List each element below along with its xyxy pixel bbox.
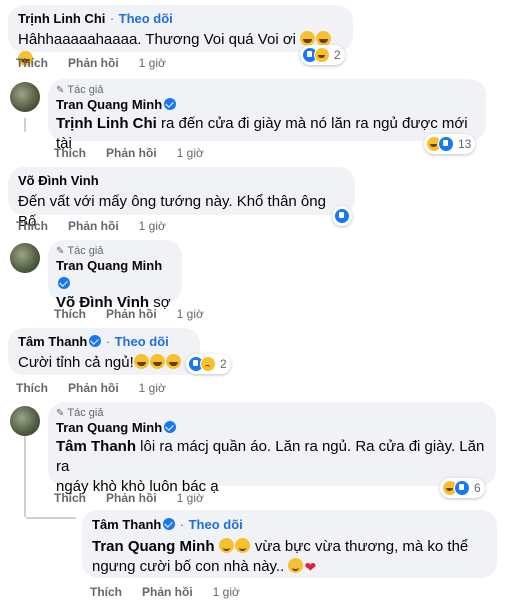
author-tag: Tác giả: [67, 407, 104, 419]
heart-emoji-icon: ❤: [304, 559, 317, 575]
comment-time[interactable]: 1 giờ: [139, 381, 166, 395]
reaction-count: 6: [474, 481, 481, 495]
reply-bubble: ✎ Tác giả Tran Quang Minh Võ Đình Vinh sợ: [48, 240, 182, 311]
reaction-summary[interactable]: [332, 206, 352, 226]
like-action[interactable]: Thích: [90, 585, 122, 599]
mention-link[interactable]: Tâm Thanh: [56, 438, 136, 455]
avatar[interactable]: [10, 406, 40, 436]
author-tag: Tác giả: [67, 84, 104, 96]
like-reaction-icon: [334, 208, 350, 224]
separator-dot: ·: [179, 517, 185, 532]
comment-actions: Thích Phản hồi 1 giờ: [16, 56, 186, 70]
reaction-summary[interactable]: 6: [440, 478, 485, 498]
verified-badge-icon: [164, 98, 177, 110]
like-action[interactable]: Thích: [54, 307, 86, 321]
laughing-emoji-icon: [300, 31, 316, 46]
avatar[interactable]: [10, 243, 40, 273]
laughing-emoji-icon: [316, 31, 332, 46]
like-action[interactable]: Thích: [54, 491, 86, 505]
comment-author[interactable]: Tran Quang Minh: [56, 258, 162, 273]
like-action[interactable]: Thích: [54, 146, 86, 160]
author-pen-icon: ✎: [56, 245, 65, 257]
verified-badge-icon: [89, 335, 102, 347]
comment-text: vừa bực vừa thương, mà ko thể: [254, 538, 469, 555]
haha-reaction-icon: [314, 47, 330, 63]
like-action[interactable]: Thích: [16, 219, 48, 233]
author-tag: Tác giả: [67, 245, 104, 257]
comment-time[interactable]: 1 giờ: [139, 56, 166, 70]
follow-link[interactable]: Theo dõi: [189, 517, 243, 532]
smile-emoji-icon: [218, 538, 234, 553]
avatar[interactable]: [10, 82, 40, 112]
smile-emoji-icon: [234, 538, 250, 553]
comment-bubble: Tâm Thanh · Theo dõi Cười tỉnh cả ngủ!: [8, 328, 200, 375]
comment-actions: Thích Phản hồi 1 giờ: [54, 491, 224, 505]
verified-badge-icon: [58, 277, 70, 289]
comment-time[interactable]: 1 giờ: [177, 491, 204, 505]
reply-action[interactable]: Phản hồi: [68, 219, 119, 233]
author-pen-icon: ✎: [56, 407, 65, 419]
reply-action[interactable]: Phản hồi: [142, 585, 193, 599]
follow-link[interactable]: Theo dõi: [115, 334, 169, 349]
verified-badge-icon: [164, 421, 177, 433]
reply-bubble: Tâm Thanh · Theo dõi Tran Quang Minh vừa…: [82, 510, 497, 578]
reply-action[interactable]: Phản hồi: [106, 491, 157, 505]
reaction-count: 2: [334, 48, 341, 62]
comment-time[interactable]: 1 giờ: [213, 585, 240, 599]
like-action[interactable]: Thích: [16, 381, 48, 395]
separator-dot: ·: [109, 11, 115, 26]
comment-actions: Thích Phản hồi 1 giờ: [90, 585, 260, 599]
laughing-emoji-icon: [133, 354, 149, 369]
comment-actions: Thích Phản hồi 1 giờ: [54, 307, 224, 321]
smile-emoji-icon: [288, 558, 304, 573]
comment-time[interactable]: 1 giờ: [177, 307, 204, 321]
reply-bubble: ✎ Tác giả Tran Quang Minh Trịnh Linh Chi …: [48, 79, 486, 152]
comment-text: Hâhhaaaaahaaaa. Thương Voi quá Voi ơi: [18, 31, 296, 48]
comment-time[interactable]: 1 giờ: [139, 219, 166, 233]
separator-dot: ·: [105, 334, 111, 349]
comment-bubble: Trịnh Linh Chi · Theo dõi Hâhhaaaaahaaaa…: [8, 5, 353, 66]
reaction-summary[interactable]: 13: [424, 134, 476, 154]
like-action[interactable]: Thích: [16, 56, 48, 70]
verified-badge-icon: [163, 518, 176, 530]
reaction-summary[interactable]: 2: [186, 354, 231, 374]
thread-line: [26, 517, 76, 519]
comment-bubble: Võ Đình Vinh Đến vất với mấy ông tướng n…: [8, 167, 355, 230]
reply-action[interactable]: Phản hồi: [106, 146, 157, 160]
like-reaction-icon: [438, 136, 454, 152]
sad-reaction-icon: [200, 356, 216, 372]
follow-link[interactable]: Theo dõi: [119, 11, 173, 26]
comment-author[interactable]: Trịnh Linh Chi: [18, 11, 105, 26]
comment-author[interactable]: Võ Đình Vinh: [18, 173, 99, 188]
comment-actions: Thích Phản hồi 1 giờ: [16, 219, 186, 233]
comment-author[interactable]: Tran Quang Minh: [56, 420, 162, 435]
laughing-emoji-icon: [165, 354, 181, 369]
reply-action[interactable]: Phản hồi: [106, 307, 157, 321]
comment-text: ngưng cười bố con nhà này..: [92, 558, 285, 575]
reaction-count: 13: [458, 137, 472, 151]
reply-action[interactable]: Phản hồi: [68, 56, 119, 70]
reaction-count: 2: [220, 357, 227, 371]
reply-bubble: ✎ Tác giả Tran Quang Minh Tâm Thanh lôi r…: [48, 402, 496, 495]
author-pen-icon: ✎: [56, 84, 65, 96]
reaction-summary[interactable]: 2: [300, 45, 345, 65]
reply-action[interactable]: Phản hồi: [68, 381, 119, 395]
comment-actions: Thích Phản hồi 1 giờ: [16, 381, 186, 395]
comment-author[interactable]: Tâm Thanh: [92, 517, 161, 532]
comment-author[interactable]: Tâm Thanh: [18, 334, 87, 349]
mention-link[interactable]: Trịnh Linh Chi: [56, 115, 157, 132]
laughing-emoji-icon: [149, 354, 165, 369]
comment-time[interactable]: 1 giờ: [177, 146, 204, 160]
thread-line: [24, 118, 26, 132]
comment-author[interactable]: Tran Quang Minh: [56, 97, 162, 112]
comment-actions: Thích Phản hồi 1 giờ: [54, 146, 224, 160]
mention-link[interactable]: Tran Quang Minh: [92, 538, 215, 555]
comment-text: Cười tỉnh cả ngủ!: [18, 354, 134, 371]
like-reaction-icon: [454, 480, 470, 496]
